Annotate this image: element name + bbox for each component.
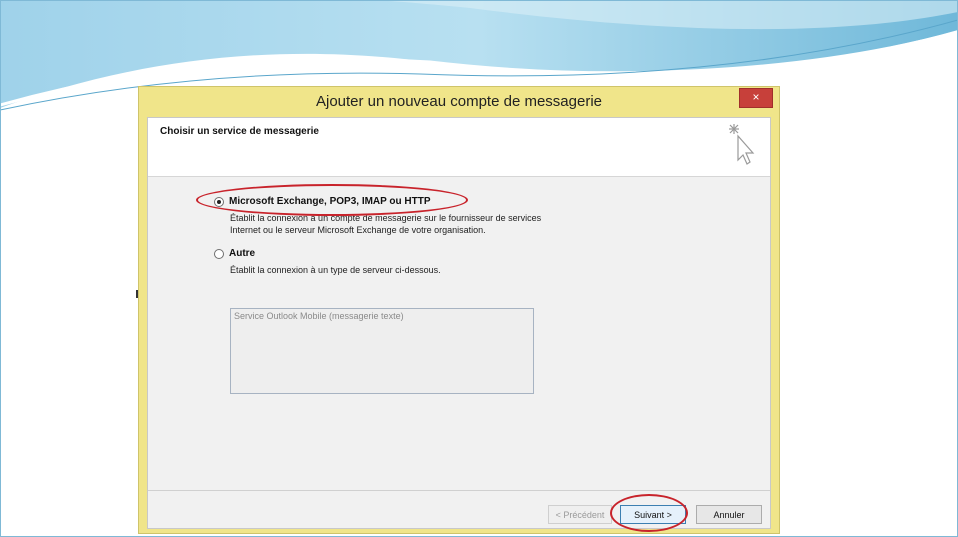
option-exchange-description: Établit la connexion à un compte de mess…	[230, 212, 541, 236]
dialog-title: Ajouter un nouveau compte de messagerie	[315, 93, 602, 110]
server-type-list[interactable]: Service Outlook Mobile (messagerie texte…	[230, 308, 534, 394]
option-exchange-desc-line2: Internet ou le serveur Microsoft Exchang…	[230, 225, 486, 235]
next-button[interactable]: Suivant >	[620, 505, 686, 524]
wizard-cursor-icon	[729, 124, 755, 165]
radio-other[interactable]	[214, 248, 224, 259]
close-button[interactable]: ×	[739, 88, 773, 108]
list-item[interactable]: Service Outlook Mobile (messagerie texte…	[234, 311, 530, 321]
page-title: Choisir un service de messagerie	[160, 126, 319, 137]
radio-exchange[interactable]	[214, 196, 224, 207]
option-exchange[interactable]: Microsoft Exchange, POP3, IMAP ou HTTP	[214, 196, 431, 207]
option-exchange-desc-line1: Établit la connexion à un compte de mess…	[230, 213, 542, 223]
option-other-description: Établit la connexion à un type de serveu…	[230, 264, 441, 276]
cancel-button[interactable]: Annuler	[696, 505, 762, 524]
footer-divider	[148, 490, 770, 491]
add-account-dialog: Ajouter un nouveau compte de messagerie …	[138, 86, 780, 534]
previous-button[interactable]: < Précédent	[548, 505, 612, 524]
option-exchange-label: Microsoft Exchange, POP3, IMAP ou HTTP	[229, 196, 431, 207]
option-other-desc-line1: Établit la connexion à un type de serveu…	[230, 265, 441, 275]
option-other[interactable]: Autre	[214, 248, 255, 259]
dialog-client-area: Choisir un service de messagerie Microso…	[147, 117, 771, 529]
option-other-label: Autre	[229, 248, 256, 259]
wizard-header: Choisir un service de messagerie	[148, 118, 770, 177]
dialog-titlebar[interactable]: Ajouter un nouveau compte de messagerie …	[139, 87, 779, 117]
